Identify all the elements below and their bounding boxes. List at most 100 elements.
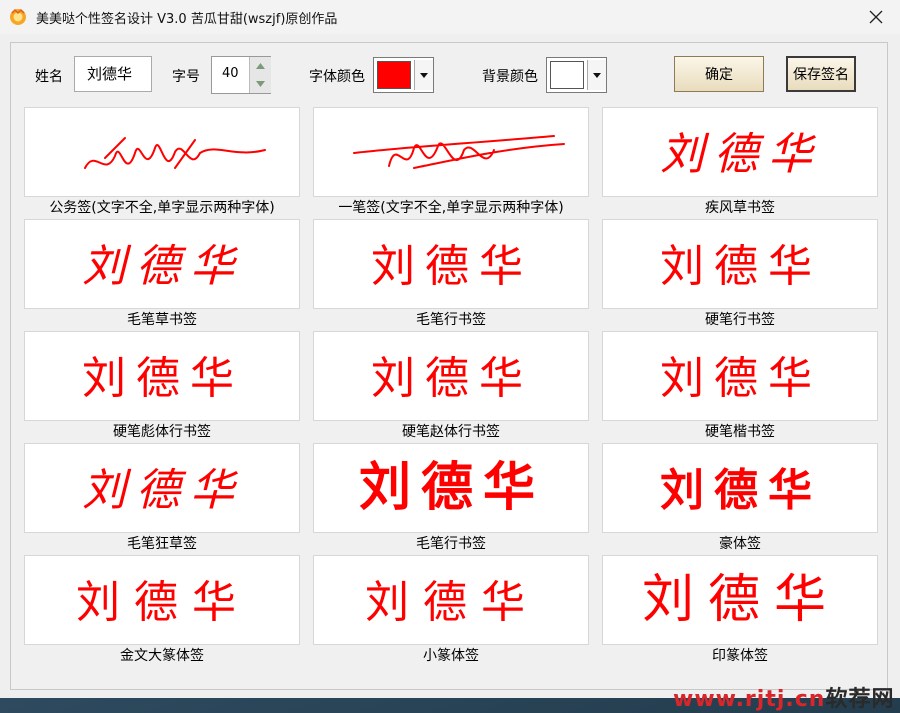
signature-style-item[interactable]: 刘德华 硬笔彪体行书签 — [24, 331, 313, 443]
signature-style-item[interactable]: 刘德华 金文大篆体签 — [24, 555, 313, 667]
font-color-picker[interactable] — [373, 57, 434, 93]
signature-image: 刘德华 — [371, 242, 533, 291]
signature-preview[interactable]: 刘德华 — [602, 107, 878, 197]
signature-text: 刘德华 — [660, 353, 822, 404]
signature-text: 刘德华 — [82, 465, 244, 516]
signature-style-item[interactable]: 刘德华毛笔行书签 — [313, 443, 602, 555]
bg-color-swatch[interactable] — [550, 61, 584, 89]
signature-style-item[interactable]: 刘德华 毛笔草书签 — [24, 219, 313, 331]
app-logo-icon — [10, 8, 26, 25]
signature-text: 刘德华 — [660, 129, 822, 180]
font-color-swatch[interactable] — [377, 61, 411, 89]
signature-image: 刘德华 — [82, 241, 244, 292]
signature-style-label: 一笔签(文字不全,单字显示两种字体) — [338, 200, 564, 216]
signature-image: 刘德华 — [371, 354, 533, 403]
confirm-button[interactable]: 确定 — [674, 56, 764, 92]
signature-style-item[interactable]: 刘德华 疾风草书签 — [602, 107, 891, 219]
bg-color-dropdown[interactable] — [587, 60, 606, 90]
signature-preview[interactable]: 刘德华 — [24, 443, 300, 533]
signature-style-label: 毛笔草书签 — [127, 312, 197, 328]
signature-style-item[interactable]: 公务签(文字不全,单字显示两种字体) — [24, 107, 313, 219]
signature-style-label: 毛笔行书签 — [416, 536, 486, 552]
signature-text: 刘德华 — [82, 241, 244, 292]
signature-style-item[interactable]: 刘德华硬笔赵体行书签 — [313, 331, 602, 443]
signature-style-label: 疾风草书签 — [705, 200, 775, 216]
signature-style-item[interactable]: 刘德华 毛笔狂草签 — [24, 443, 313, 555]
close-button[interactable] — [852, 0, 900, 34]
signature-image — [353, 135, 565, 169]
signature-style-label: 豪体签 — [719, 536, 761, 552]
signature-style-item[interactable]: 刘德华硬笔行书签 — [602, 219, 891, 331]
font-color-label: 字体颜色 — [309, 69, 365, 85]
name-input[interactable]: 刘德华 — [74, 56, 152, 92]
font-size-spinner[interactable]: 40 — [211, 56, 271, 94]
signature-style-item[interactable]: 刘德华 印篆体签 — [602, 555, 891, 667]
watermark-site: www.rjtj.cn — [673, 687, 826, 712]
signature-image: 刘德华 — [660, 465, 822, 516]
chevron-down-icon — [593, 72, 601, 78]
font-color-dropdown[interactable] — [414, 60, 433, 90]
signature-preview[interactable]: 刘德华 — [602, 443, 878, 533]
signature-preview[interactable]: 刘德华 — [24, 331, 300, 421]
signature-text: 刘德华 — [371, 242, 533, 291]
signature-style-item[interactable]: 刘德华 硬笔楷书签 — [602, 331, 891, 443]
signature-style-item[interactable]: 一笔签(文字不全,单字显示两种字体) — [313, 107, 602, 219]
signature-style-item[interactable]: 刘德华 小篆体签 — [313, 555, 602, 667]
watermark-suffix: 软荐网 — [825, 687, 895, 712]
close-icon — [869, 10, 883, 24]
settings-toolbar: 姓名 刘德华 字号 40 字体颜色 背景颜色 确定 保存签名 — [11, 43, 887, 105]
signature-preview[interactable]: 刘德华 — [602, 555, 878, 645]
signature-preview[interactable]: 刘德华 — [313, 443, 589, 533]
signature-image: 刘德华 — [76, 577, 250, 628]
signature-text: 刘德华 — [660, 465, 822, 516]
name-label: 姓名 — [35, 69, 63, 85]
signature-text: 刘德华 — [642, 570, 840, 630]
signature-style-label: 小篆体签 — [423, 648, 479, 664]
signature-image: 刘德华 — [365, 578, 539, 627]
signature-text: 刘德华 — [76, 577, 250, 628]
font-size-value[interactable]: 40 — [222, 66, 239, 81]
signature-style-label: 公务签(文字不全,单字显示两种字体) — [49, 200, 275, 216]
save-signature-button[interactable]: 保存签名 — [786, 56, 856, 92]
signature-image: 刘德华 — [82, 465, 244, 516]
triangle-down-icon — [256, 81, 265, 87]
signature-preview[interactable] — [313, 107, 589, 197]
bg-color-label: 背景颜色 — [482, 69, 538, 85]
main-panel: 姓名 刘德华 字号 40 字体颜色 背景颜色 确定 保存签名 公务签(文字不全,… — [10, 42, 893, 712]
signature-stroke — [353, 135, 565, 169]
signature-preview[interactable]: 刘德华 — [24, 555, 300, 645]
signature-style-item[interactable]: 刘德华 毛笔行书签 — [313, 219, 602, 331]
signature-style-item[interactable]: 刘德华 豪体签 — [602, 443, 891, 555]
signature-style-label: 毛笔狂草签 — [127, 536, 197, 552]
signature-image: 刘德华 — [660, 241, 812, 292]
signature-style-label: 硬笔行书签 — [705, 312, 775, 328]
signature-style-label: 毛笔行书签 — [416, 312, 486, 328]
app-window: 美美哒个性签名设计 V3.0 苦瓜甘甜(wszjf)原创作品 姓名 刘德华 字号… — [0, 0, 900, 712]
signature-preview[interactable]: 刘德华 — [313, 219, 589, 309]
signature-text: 刘德华 — [365, 578, 539, 627]
spin-down-button[interactable] — [249, 75, 271, 93]
signature-image — [84, 137, 266, 169]
signature-style-label: 硬笔赵体行书签 — [402, 424, 500, 440]
title-bar[interactable]: 美美哒个性签名设计 V3.0 苦瓜甘甜(wszjf)原创作品 — [0, 0, 900, 34]
signature-preview[interactable] — [24, 107, 300, 197]
signature-text: 刘德华 — [371, 354, 533, 403]
chevron-down-icon — [420, 72, 428, 78]
font-size-label: 字号 — [172, 69, 200, 85]
signature-stroke — [84, 137, 266, 169]
signature-preview[interactable]: 刘德华 — [602, 331, 878, 421]
signature-preview[interactable]: 刘德华 — [313, 331, 589, 421]
bg-color-picker[interactable] — [546, 57, 607, 93]
signature-style-label: 硬笔楷书签 — [705, 424, 775, 440]
signature-style-label: 金文大篆体签 — [120, 648, 204, 664]
window-title: 美美哒个性签名设计 V3.0 苦瓜甘甜(wszjf)原创作品 — [36, 12, 338, 27]
signature-preview[interactable]: 刘德华 — [602, 219, 878, 309]
signature-image: 刘德华 — [642, 570, 840, 630]
signature-preview[interactable]: 刘德华 — [313, 555, 589, 645]
signature-image: 刘德华 — [660, 129, 822, 180]
spin-up-button[interactable] — [249, 57, 271, 76]
signature-style-label: 印篆体签 — [712, 648, 768, 664]
watermark: www.rjtj.cn软荐网 — [673, 681, 894, 713]
signature-image: 刘德华 — [359, 459, 535, 517]
signature-preview[interactable]: 刘德华 — [24, 219, 300, 309]
